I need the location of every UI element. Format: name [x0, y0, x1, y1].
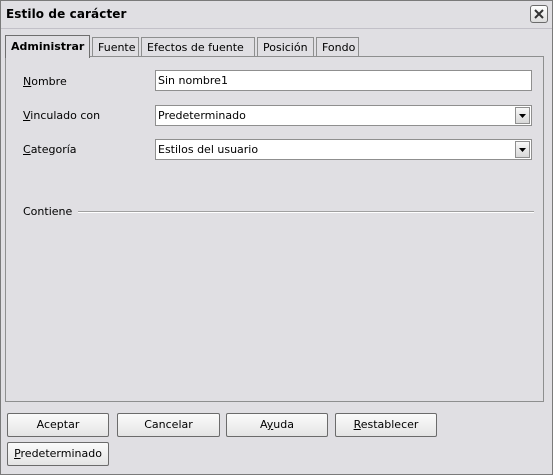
category-dropdown-button[interactable] — [515, 141, 530, 158]
tab-efectos-de-fuente[interactable]: Efectos de fuente — [141, 37, 255, 56]
linked-with-label: Vinculado con — [23, 109, 101, 122]
cancel-button[interactable]: Cancelar — [117, 413, 220, 437]
tab-fondo[interactable]: Fondo — [316, 37, 359, 56]
default-button[interactable]: Predeterminado — [7, 442, 109, 466]
title-bar: Estilo de carácter — [1, 1, 552, 29]
category-value: Estilos del usuario — [158, 143, 259, 156]
ok-button[interactable]: Aceptar — [7, 413, 109, 437]
contains-separator — [78, 211, 534, 213]
window-title: Estilo de carácter — [6, 7, 127, 21]
close-button[interactable] — [530, 5, 548, 23]
tab-administrar[interactable]: Administrar — [5, 35, 90, 58]
linked-with-select[interactable]: Predeterminado — [155, 105, 532, 126]
tab-posicion[interactable]: Posición — [257, 37, 314, 56]
contains-label: Contiene — [23, 205, 73, 218]
category-select[interactable]: Estilos del usuario — [155, 139, 532, 160]
name-label: Nombre — [23, 75, 67, 88]
tab-panel-administrar: Nombre Sin nombre1 Vinculado con Predete… — [5, 56, 544, 402]
linked-with-dropdown-button[interactable] — [515, 107, 530, 124]
tab-fuente[interactable]: Fuente — [92, 37, 139, 56]
linked-with-value: Predeterminado — [158, 109, 246, 122]
name-input[interactable]: Sin nombre1 — [155, 70, 532, 91]
reset-button[interactable]: Restablecer — [335, 413, 437, 437]
category-label: Categoría — [23, 143, 77, 156]
character-style-dialog: Estilo de carácter Administrar Fuente Ef… — [0, 0, 553, 475]
help-button[interactable]: Ayuda — [226, 413, 328, 437]
